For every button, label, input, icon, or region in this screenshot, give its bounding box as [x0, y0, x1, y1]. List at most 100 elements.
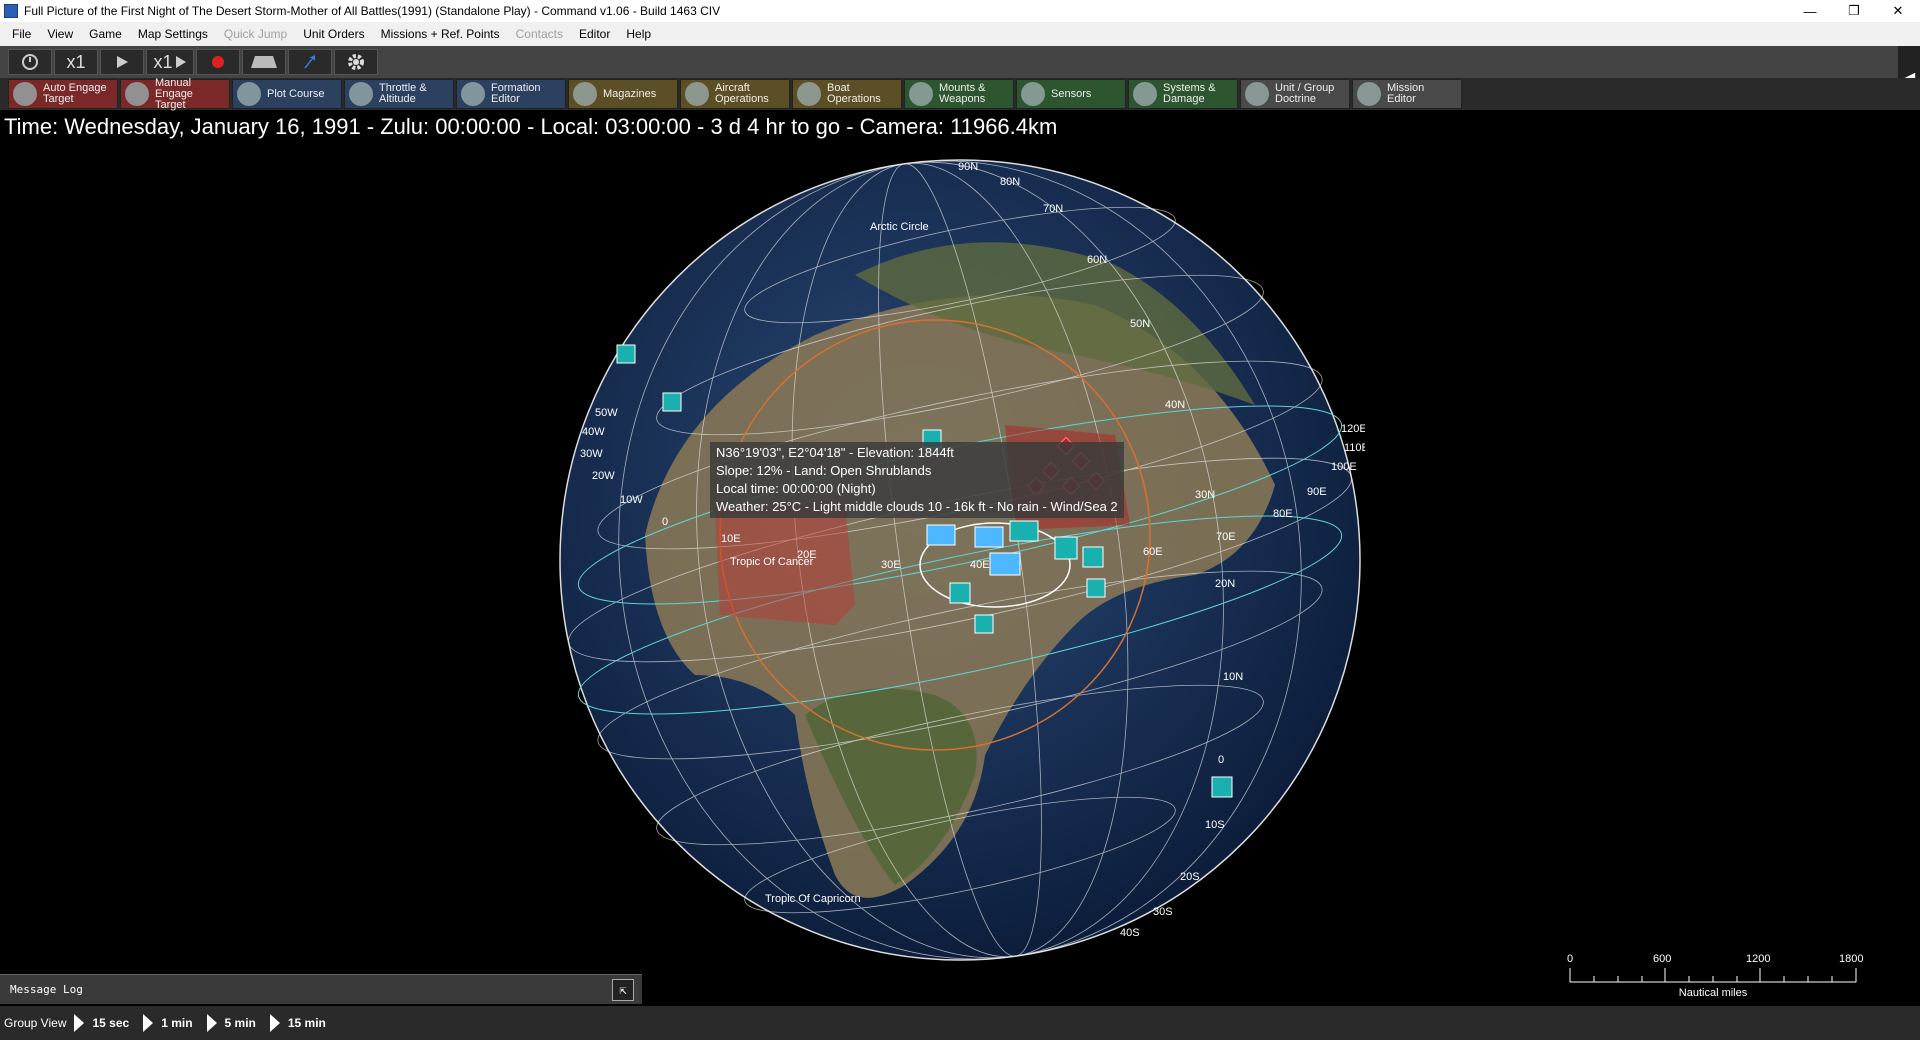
- menu-editor[interactable]: Editor: [571, 27, 618, 41]
- message-log[interactable]: Message Log ⇱: [0, 974, 642, 1004]
- svg-text:30E: 30E: [881, 559, 901, 571]
- svg-text:20W: 20W: [592, 470, 615, 482]
- svg-text:100E: 100E: [1331, 461, 1357, 473]
- svg-text:90E: 90E: [1307, 486, 1327, 498]
- tooltip-weather: Weather: 25°C - Light middle clouds 10 -…: [716, 499, 1118, 514]
- gear-icon[interactable]: [334, 49, 378, 75]
- menu-bar: File View Game Map Settings Quick Jump U…: [0, 22, 1920, 46]
- scale-bar: 0 600 1200 1800 Nautical miles: [1560, 950, 1870, 1000]
- mounts-weapons-button[interactable]: Mounts & Weapons: [904, 79, 1014, 109]
- svg-text:0: 0: [1567, 953, 1573, 965]
- svg-text:70E: 70E: [1216, 531, 1236, 543]
- svg-text:40N: 40N: [1165, 399, 1185, 411]
- magazine-icon: [573, 82, 597, 106]
- plot-course-button[interactable]: Plot Course: [232, 79, 342, 109]
- aircraft-icon: [685, 82, 709, 106]
- menu-view[interactable]: View: [39, 27, 81, 41]
- play-icon: [269, 1014, 280, 1032]
- svg-text:Nautical miles: Nautical miles: [1679, 987, 1748, 999]
- message-log-label: Message Log: [10, 983, 83, 996]
- menu-missions[interactable]: Missions + Ref. Points: [373, 27, 508, 41]
- speed-step-button[interactable]: x1: [146, 49, 194, 75]
- svg-text:70N: 70N: [1043, 203, 1063, 215]
- svg-text:30W: 30W: [580, 448, 603, 460]
- minimize-button[interactable]: —: [1788, 0, 1832, 22]
- magazines-button[interactable]: Magazines: [568, 79, 678, 109]
- gear-icon: [1133, 82, 1157, 106]
- group-view-bar: Group View 15 sec 1 min 5 min 15 min: [0, 1006, 1920, 1040]
- formation-icon: [461, 82, 485, 106]
- svg-text:0: 0: [662, 516, 668, 528]
- expand-icon[interactable]: ⇱: [612, 979, 634, 1001]
- svg-text:Arctic Circle: Arctic Circle: [870, 221, 929, 233]
- svg-text:Tropic Of Cancer: Tropic Of Cancer: [730, 556, 814, 568]
- menu-map-settings[interactable]: Map Settings: [130, 27, 216, 41]
- step-15min-button[interactable]: 15 min: [269, 1014, 326, 1032]
- time-status: Time: Wednesday, January 16, 1991 - Zulu…: [4, 114, 1058, 139]
- play-icon: [74, 1014, 85, 1032]
- svg-text:110E: 110E: [1344, 442, 1365, 454]
- doctrine-button[interactable]: Unit / Group Doctrine: [1240, 79, 1350, 109]
- sensors-button[interactable]: Sensors: [1016, 79, 1126, 109]
- doctrine-icon: [1245, 82, 1269, 106]
- clock-icon[interactable]: [8, 49, 52, 75]
- svg-text:40W: 40W: [582, 426, 605, 438]
- throttle-altitude-button[interactable]: Throttle & Altitude: [344, 79, 454, 109]
- svg-text:10S: 10S: [1205, 819, 1225, 831]
- maximize-button[interactable]: ❐: [1832, 0, 1876, 22]
- svg-text:120E: 120E: [1341, 423, 1365, 435]
- play-icon: [143, 1014, 154, 1032]
- target-icon: [13, 82, 37, 106]
- svg-text:10W: 10W: [620, 494, 643, 506]
- command-toolbar: Auto Engage Target Manual Engage Target Pl…: [0, 77, 1920, 110]
- step-1min-button[interactable]: 1 min: [143, 1014, 193, 1032]
- tooltip-terrain: Slope: 12% - Land: Open Shrublands: [716, 463, 932, 478]
- manual-engage-button[interactable]: Manual Engage Target: [120, 77, 230, 110]
- play-icon: [206, 1014, 217, 1032]
- tooltip-coords: N36°19'03", E2°04'18" - Elevation: 1844f…: [716, 445, 954, 460]
- svg-text:0: 0: [1218, 754, 1224, 766]
- svg-text:Tropic Of Capricorn: Tropic Of Capricorn: [765, 893, 861, 905]
- throttle-icon: [349, 82, 373, 106]
- svg-text:90N: 90N: [958, 161, 978, 173]
- svg-text:30S: 30S: [1153, 906, 1173, 918]
- record-icon[interactable]: [196, 49, 240, 75]
- app-icon: [4, 4, 18, 18]
- play-icon[interactable]: [100, 49, 144, 75]
- weapons-icon: [909, 82, 933, 106]
- systems-damage-button[interactable]: Systems & Damage: [1128, 79, 1238, 109]
- window-title: Full Picture of the First Night of The D…: [24, 4, 721, 18]
- speed-label: x1: [54, 49, 98, 75]
- svg-text:10E: 10E: [721, 533, 741, 545]
- menu-file[interactable]: File: [4, 27, 39, 41]
- svg-text:20N: 20N: [1215, 578, 1235, 590]
- boat-operations-button[interactable]: Boat Operations: [792, 79, 902, 109]
- svg-text:50N: 50N: [1130, 318, 1150, 330]
- globe-map[interactable]: 90N 80N 70N 60N 50N 40N 30N 20N 10N 0 10…: [555, 155, 1365, 965]
- group-view-label: Group View: [4, 1016, 67, 1030]
- menu-game[interactable]: Game: [81, 27, 130, 41]
- aircraft-operations-button[interactable]: Aircraft Operations: [680, 79, 790, 109]
- auto-engage-button[interactable]: Auto Engage Target: [8, 79, 118, 109]
- time-toolbar: x1 x1: [0, 46, 1920, 78]
- arrow-icon[interactable]: [288, 49, 332, 75]
- formation-editor-button[interactable]: Formation Editor: [456, 79, 566, 109]
- sensor-icon: [1021, 82, 1045, 106]
- mission-icon: [1357, 82, 1381, 106]
- svg-text:10N: 10N: [1223, 671, 1243, 683]
- menu-help[interactable]: Help: [618, 27, 659, 41]
- close-button[interactable]: ✕: [1876, 0, 1920, 22]
- svg-text:1800: 1800: [1839, 953, 1863, 965]
- ramp-icon[interactable]: [242, 49, 286, 75]
- menu-unit-orders[interactable]: Unit Orders: [295, 27, 372, 41]
- menu-contacts: Contacts: [515, 27, 563, 41]
- step-5min-button[interactable]: 5 min: [206, 1014, 256, 1032]
- target-icon: [125, 82, 149, 106]
- svg-text:80E: 80E: [1273, 508, 1293, 520]
- svg-text:40S: 40S: [1120, 927, 1140, 939]
- svg-text:20S: 20S: [1180, 871, 1200, 883]
- svg-text:60E: 60E: [1143, 546, 1163, 558]
- svg-text:60N: 60N: [1087, 254, 1107, 266]
- step-15sec-button[interactable]: 15 sec: [74, 1014, 129, 1032]
- mission-editor-button[interactable]: Mission Editor: [1352, 79, 1462, 109]
